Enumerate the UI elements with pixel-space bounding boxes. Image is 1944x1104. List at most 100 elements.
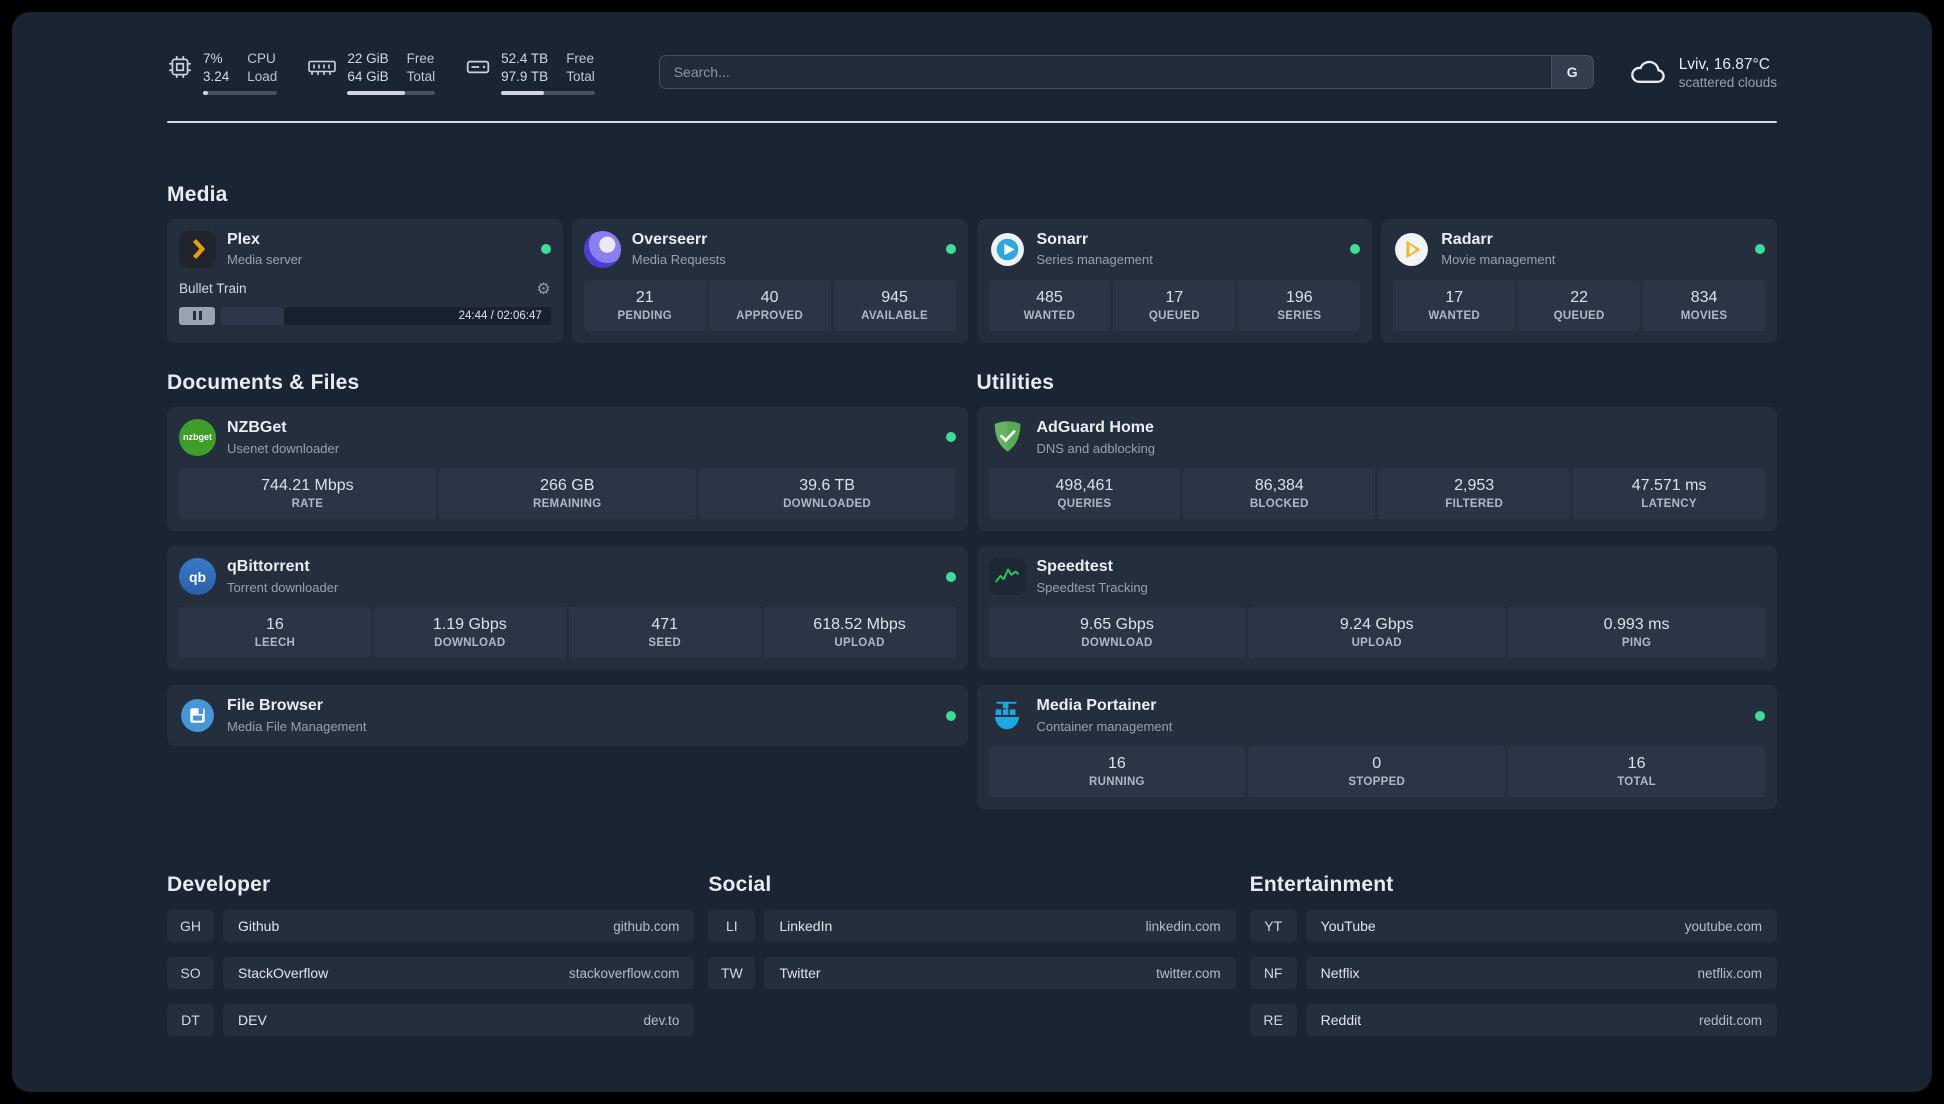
bookmark-group-social: Social LI LinkedIn linkedin.com TW Twitt… (708, 873, 1236, 990)
bookmark-name: LinkedIn (779, 918, 833, 935)
cpu-load-value: 3.24 (203, 68, 230, 84)
stat-seed: 471 SEED (568, 607, 761, 659)
bookmark-abbr: LI (708, 910, 756, 943)
cpu-usage-label: CPU (247, 51, 276, 66)
section-title-documents: Documents & Files (167, 370, 360, 394)
bookmark-url: linkedin.com (1145, 918, 1221, 934)
service-desc: Speedtest Tracking (1036, 579, 1148, 595)
cpu-progress-bar (203, 90, 278, 95)
service-card-adguard[interactable]: AdGuard Home DNS and adblocking 498,461 Q… (976, 406, 1777, 531)
stat-upload: 618.52 Mbps UPLOAD (763, 607, 956, 659)
stat-total: 16 TOTAL (1508, 746, 1765, 798)
section-title-media: Media (167, 182, 228, 206)
bookmark-github[interactable]: GH Github github.com (167, 910, 695, 943)
service-name: qBittorrent (227, 558, 310, 576)
bookmark-name: YouTube (1320, 918, 1376, 935)
bookmark-netflix[interactable]: NF Netflix netflix.com (1249, 957, 1777, 990)
stat-movies: 834 MOVIES (1643, 279, 1766, 331)
section-title-developer: Developer (167, 873, 271, 897)
stat-series: 196 SERIES (1238, 279, 1361, 331)
memory-total-label: Total (406, 68, 436, 84)
stat-pending: 21 PENDING (583, 279, 706, 331)
stat-downloaded: 39.6 TB DOWNLOADED (698, 467, 956, 519)
bookmark-youtube[interactable]: YT YouTube youtube.com (1249, 910, 1777, 943)
search-provider-button[interactable]: G (1550, 56, 1593, 89)
bookmark-reddit[interactable]: RE Reddit reddit.com (1249, 1004, 1777, 1037)
bookmark-url: github.com (613, 918, 680, 934)
playback-progress-bar[interactable]: 24:44 / 02:06:47 (221, 306, 551, 325)
stat-running: 16 RUNNING (988, 746, 1246, 798)
section-title-utilities: Utilities (976, 370, 1055, 394)
bookmark-url: youtube.com (1684, 918, 1762, 934)
status-dot (1755, 244, 1765, 255)
utilities-column: Utilities AdGuard Home DNS and adblockin… (976, 370, 1777, 810)
disk-free-label: Free (566, 51, 594, 66)
search-input[interactable] (659, 56, 1551, 89)
plex-icon (179, 230, 216, 268)
stat-upload: 9.24 Gbps UPLOAD (1248, 607, 1506, 659)
disk-total-label: Total (566, 68, 595, 84)
status-dot (945, 244, 956, 255)
memory-total-value: 64 GiB (347, 68, 389, 84)
service-desc: Media Requests (631, 252, 726, 268)
bookmark-stackoverflow[interactable]: SO StackOverflow stackoverflow.com (167, 957, 695, 990)
memory-icon (308, 60, 337, 75)
status-dot (1350, 244, 1361, 255)
bookmark-name: Twitter (779, 965, 821, 982)
disk-icon (466, 60, 490, 74)
service-card-nzbget[interactable]: nzbget NZBGet Usenet downloader 744.21 M… (167, 406, 968, 531)
status-dot (945, 710, 956, 721)
service-card-sonarr[interactable]: Sonarr Series management 485 WANTED 17 QUE… (976, 218, 1373, 343)
bookmark-url: reddit.com (1698, 1012, 1762, 1028)
cloud-icon (1630, 61, 1665, 84)
service-card-portainer[interactable]: Media Portainer Container management 16 R… (976, 685, 1777, 810)
service-desc: Movie management (1441, 252, 1556, 268)
service-card-speedtest[interactable]: Speedtest Speedtest Tracking 9.65 Gbps DO… (976, 546, 1777, 671)
bookmark-abbr: DT (167, 1004, 214, 1037)
bookmark-abbr: SO (167, 957, 214, 990)
media-grid: Plex Media server Bullet Train ⚙ 24:44 /… (167, 218, 1777, 343)
bookmark-group-entertainment: Entertainment YT YouTube youtube.com NF … (1249, 873, 1777, 1037)
bookmark-twitter[interactable]: TW Twitter twitter.com (708, 957, 1236, 990)
cpu-widget: 7% 3.24 CPU Load (167, 50, 278, 95)
bookmark-name: StackOverflow (238, 965, 329, 982)
service-card-filebrowser[interactable]: File Browser Media File Management (167, 685, 968, 747)
status-dot (1755, 710, 1765, 721)
bookmark-linkedin[interactable]: LI LinkedIn linkedin.com (708, 910, 1236, 943)
disk-free-value: 52.4 TB (501, 51, 549, 66)
service-desc: DNS and adblocking (1036, 440, 1156, 456)
speedtest-icon (988, 558, 1026, 595)
stat-ping: 0.993 ms PING (1508, 607, 1765, 659)
pause-button[interactable] (179, 306, 215, 325)
memory-widget: 22 GiB 64 GiB Free Total (307, 50, 436, 95)
stat-available: 945 AVAILABLE (833, 279, 956, 331)
weather-widget: Lviv, 16.87°C scattered clouds (1628, 55, 1777, 90)
filebrowser-icon (179, 697, 216, 734)
cpu-load-label: Load (247, 68, 278, 84)
stat-filtered: 2,953 FILTERED (1378, 467, 1571, 519)
now-playing-title: Bullet Train (179, 281, 247, 297)
bookmark-dev[interactable]: DT DEV dev.to (167, 1004, 695, 1037)
service-card-overseerr[interactable]: Overseerr Media Requests 21 PENDING 40 APP… (571, 218, 968, 343)
adguard-icon (989, 419, 1026, 456)
service-card-radarr[interactable]: Radarr Movie management 17 WANTED 22 QUEUE… (1381, 218, 1777, 343)
service-card-plex[interactable]: Plex Media server Bullet Train ⚙ 24:44 /… (167, 218, 563, 343)
service-desc: Media server (227, 252, 303, 268)
service-card-qbittorrent[interactable]: qb qBittorrent Torrent downloader 16 LEEC… (167, 546, 968, 671)
stat-latency: 47.571 ms LATENCY (1573, 467, 1765, 519)
stat-queries: 498,461 QUERIES (988, 467, 1181, 519)
cpu-usage-value: 7% (203, 51, 223, 66)
stat-rate: 744.21 Mbps RATE (179, 467, 436, 519)
disk-widget: 52.4 TB 97.9 TB Free Total (465, 50, 595, 95)
service-name: AdGuard Home (1036, 419, 1154, 437)
stat-stopped: 0 STOPPED (1248, 746, 1506, 798)
service-desc: Series management (1036, 252, 1153, 268)
bookmark-abbr: GH (167, 910, 214, 943)
portainer-icon (989, 697, 1026, 734)
top-bar: 7% 3.24 CPU Load 22 GiB 64 GiB Free Tota… (167, 12, 1777, 95)
stat-wanted: 17 WANTED (1393, 279, 1516, 331)
bookmark-name: DEV (238, 1012, 267, 1029)
bookmark-name: Reddit (1320, 1012, 1362, 1029)
gear-icon[interactable]: ⚙ (536, 279, 550, 299)
service-name: Speedtest (1036, 558, 1113, 576)
